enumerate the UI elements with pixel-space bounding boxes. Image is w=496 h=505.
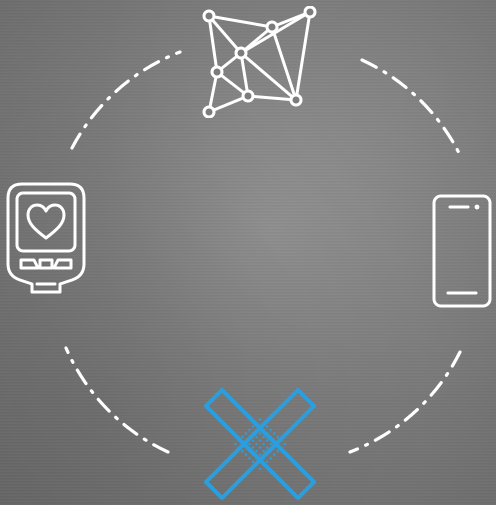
diagram-canvas	[0, 0, 496, 505]
connector-arc-top-right	[360, 58, 462, 157]
connector-arc-top-left	[70, 50, 182, 150]
connector-arc-bottom-left	[64, 346, 170, 454]
connector-arc-bottom-right	[348, 350, 462, 454]
glucose-meter-heart-icon	[4, 180, 88, 298]
network-mesh-icon	[200, 5, 320, 119]
bandage-icon	[200, 384, 320, 504]
smartphone-icon	[430, 193, 494, 309]
